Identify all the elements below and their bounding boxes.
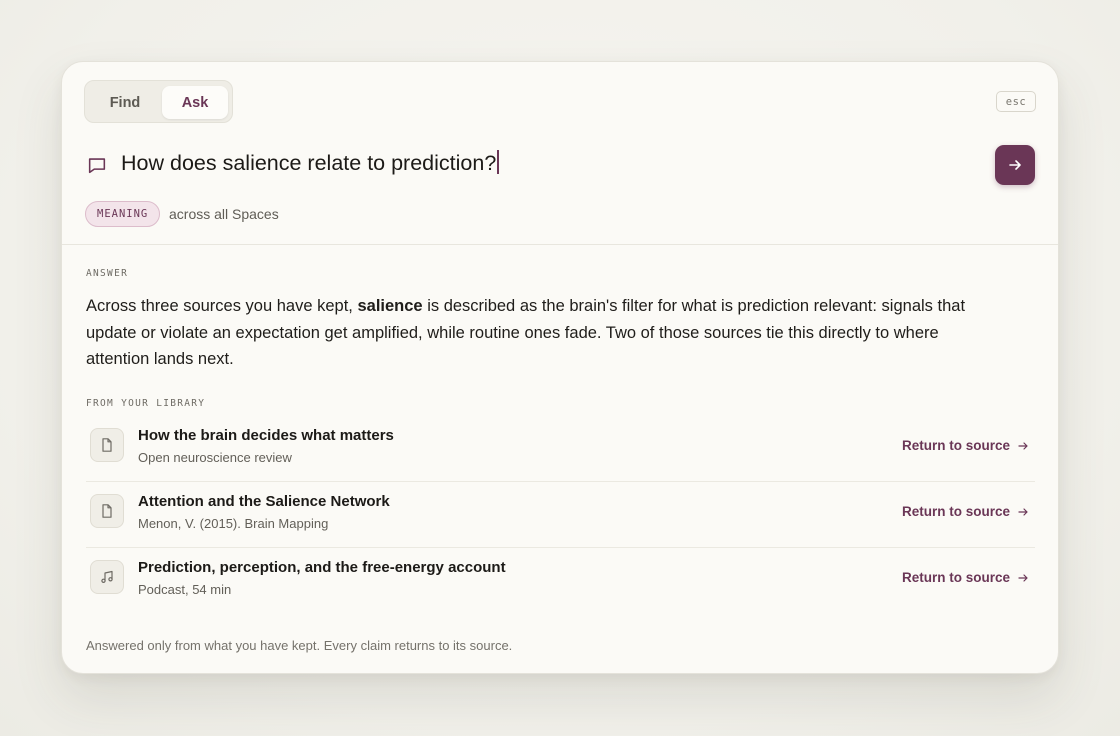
document-icon [90, 494, 124, 528]
return-to-source-label: Return to source [901, 438, 1010, 453]
chat-bubble-icon [88, 158, 106, 174]
submit-button[interactable] [995, 145, 1035, 185]
source-item: How the brain decides what matters Open … [86, 416, 1035, 482]
document-icon [90, 428, 124, 462]
arrow-right-icon [1009, 160, 1021, 170]
source-title: Attention and the Salience Network [138, 493, 390, 510]
return-to-source-link[interactable]: Return to source [902, 438, 1029, 453]
library-label: FROM YOUR LIBRARY [86, 398, 206, 409]
query-input[interactable]: How does salience relate to prediction? [121, 150, 981, 182]
meaning-badge[interactable]: MEANING [85, 201, 161, 227]
source-item: Attention and the Salience Network Menon… [86, 482, 1035, 548]
arrow-right-icon [1018, 441, 1028, 450]
esc-key-hint[interactable]: esc [996, 91, 1036, 112]
source-meta: Open neuroscience review [138, 450, 292, 465]
answer-label: ANSWER [86, 268, 129, 279]
answer-text-before: Across three sources you have kept, [86, 297, 358, 315]
music-note-icon [90, 560, 124, 594]
source-meta: Podcast, 54 min [138, 582, 232, 597]
scope-text: across all Spaces [169, 206, 279, 222]
arrow-right-icon [1018, 507, 1028, 516]
source-meta: Menon, V. (2015). Brain Mapping [138, 516, 329, 531]
tab-find[interactable]: Find [91, 86, 159, 119]
source-list: How the brain decides what matters Open … [86, 416, 1035, 614]
mode-toggle: Find Ask [84, 80, 233, 123]
source-item: Prediction, perception, and the free-ene… [86, 548, 1035, 614]
return-to-source-label: Return to source [901, 504, 1010, 519]
source-title: Prediction, perception, and the free-ene… [138, 559, 506, 576]
tab-ask[interactable]: Ask [162, 86, 228, 119]
text-caret [497, 150, 499, 174]
answer-text: Across three sources you have kept, sali… [86, 293, 966, 373]
return-to-source-link[interactable]: Return to source [902, 570, 1029, 585]
source-title: How the brain decides what matters [138, 427, 394, 444]
return-to-source-link[interactable]: Return to source [902, 504, 1029, 519]
ask-panel: Find Ask esc How does salience relate to… [61, 61, 1059, 674]
return-to-source-label: Return to source [901, 570, 1010, 585]
answer-term: salience [357, 297, 423, 315]
arrow-right-icon [1018, 573, 1028, 582]
footer-note: Answered only from what you have kept. E… [86, 638, 513, 653]
query-text: How does salience relate to prediction? [121, 151, 497, 175]
divider [62, 244, 1058, 245]
